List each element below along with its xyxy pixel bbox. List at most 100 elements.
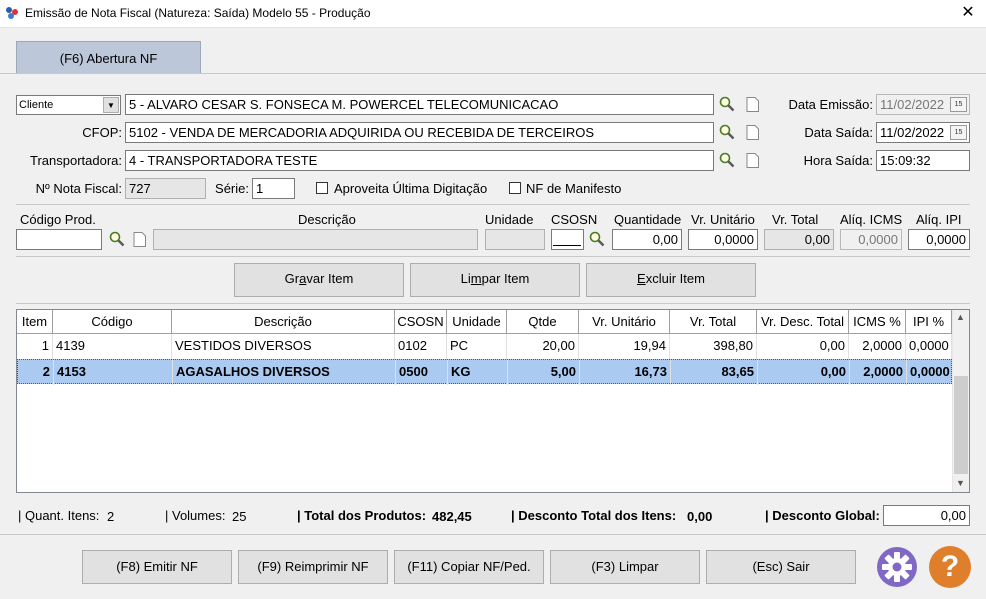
search-icon[interactable] [719,124,735,140]
aproveita-checkbox[interactable] [316,182,328,194]
cell-icms: 2,0000 [850,360,907,385]
cell-icms: 2,0000 [849,334,906,359]
help-icon[interactable]: ? [929,546,971,588]
col-header-icms[interactable]: ICMS % [849,310,906,334]
close-icon[interactable]: ✕ [958,3,978,23]
manifesto-checkbox[interactable] [509,182,521,194]
vr-unitario-field[interactable]: 0,0000 [688,229,758,250]
gravar-item-button[interactable]: Gravar Item [234,263,404,297]
quantidade-field[interactable]: 0,00 [612,229,682,250]
limpar-button[interactable]: (F3) Limpar [550,550,700,584]
document-icon[interactable] [746,97,759,112]
vertical-scrollbar[interactable]: ▲ ▼ [952,310,969,492]
divider [0,534,986,535]
unidade-field [485,229,545,250]
data-saida-value: 11/02/2022 [880,125,945,140]
reimprimir-nf-button[interactable]: (F9) Reimprimir NF [238,550,388,584]
cfop-field[interactable]: 5102 - VENDA DE MERCADORIA ADQUIRIDA OU … [125,122,714,143]
cell-vr-total: 83,65 [671,360,758,385]
hora-saida-field[interactable]: 15:09:32 [876,150,970,171]
table-row[interactable]: 1 4139 VESTIDOS DIVERSOS 0102 PC 20,00 1… [17,334,952,359]
desconto-itens-value: 0,00 [687,509,713,524]
search-icon[interactable] [109,231,125,247]
col-header-vr-desc-total[interactable]: Vr. Desc. Total [757,310,849,334]
col-header-vr-total[interactable]: Vr. Total [670,310,757,334]
col-header-codigo[interactable]: Código [53,310,172,334]
cliente-type-select[interactable]: Cliente ▼ [16,95,121,115]
search-icon[interactable] [589,231,605,247]
document-icon[interactable] [746,153,759,168]
calendar-icon[interactable]: 15 [950,125,967,140]
search-icon[interactable] [719,152,735,168]
hora-saida-label: Hora Saída: [803,153,873,168]
manifesto-label: NF de Manifesto [526,181,622,196]
cell-ipi: 0,0000 [906,334,952,359]
cell-qtde: 20,00 [507,334,579,359]
data-emissao-value: 11/02/2022 [880,97,945,112]
cell-csosn: 0500 [396,360,448,385]
document-icon[interactable] [746,125,759,140]
search-icon[interactable] [719,96,735,112]
aliq-ipi-field[interactable]: 0,0000 [908,229,970,250]
data-saida-field[interactable]: 11/02/2022 15 [876,122,970,143]
emitir-nf-button[interactable]: (F8) Emitir NF [82,550,232,584]
cell-vr-unitario: 19,94 [579,334,670,359]
csosn-label: CSOSN [551,212,598,227]
cell-ipi: 0,0000 [907,360,953,385]
quant-itens-label: | Quant. Itens: [18,508,100,523]
col-header-unidade[interactable]: Unidade [447,310,507,334]
limpar-item-button[interactable]: Limpar Item [410,263,580,297]
gear-icon[interactable] [876,546,918,588]
scrollbar-thumb[interactable] [954,376,968,474]
unidade-label: Unidade [485,212,534,227]
chevron-down-icon[interactable]: ▼ [103,97,119,113]
vr-total-label: Vr. Total [772,212,819,227]
serie-field[interactable]: 1 [252,178,295,199]
cell-csosn: 0102 [395,334,447,359]
col-header-vr-unitario[interactable]: Vr. Unitário [579,310,670,334]
cell-vr-desc: 0,00 [757,334,849,359]
cliente-field[interactable]: 5 - ALVARO CESAR S. FONSECA M. POWERCEL … [125,94,714,115]
table-row-selected[interactable]: 2 4153 AGASALHOS DIVERSOS 0500 KG 5,00 1… [17,359,953,385]
document-icon[interactable] [133,232,146,247]
cell-item: 2 [18,360,54,385]
divider [16,256,970,257]
sair-button[interactable]: (Esc) Sair [706,550,856,584]
copiar-nf-button[interactable]: (F11) Copiar NF/Ped. [394,550,544,584]
col-header-csosn[interactable]: CSOSN [395,310,447,334]
desconto-global-field[interactable]: 0,00 [883,505,970,526]
data-emissao-field: 11/02/2022 15 [876,94,970,115]
title-bar: Emissão de Nota Fiscal (Natureza: Saída)… [0,0,986,28]
col-header-qtde[interactable]: Qtde [507,310,579,334]
excluir-text-b: xcluir Item [645,271,705,286]
col-header-item[interactable]: Item [17,310,53,334]
col-header-descricao[interactable]: Descrição [172,310,395,334]
cell-qtde: 5,00 [508,360,580,385]
transportadora-field[interactable]: 4 - TRANSPORTADORA TESTE [125,150,714,171]
cell-vr-total: 398,80 [670,334,757,359]
col-header-ipi[interactable]: IPI % [906,310,952,334]
excluir-accel: E [637,271,646,286]
excluir-item-button[interactable]: Excluir Item [586,263,756,297]
scroll-down-icon[interactable]: ▼ [956,478,965,488]
gravar-text-a: Gr [284,271,300,286]
descricao-field [153,229,478,250]
tab-abertura-nf[interactable]: (F6) Abertura NF [16,41,201,74]
scroll-up-icon[interactable]: ▲ [956,312,965,322]
data-emissao-label: Data Emissão: [788,97,873,112]
cell-item: 1 [17,334,53,359]
codigo-prod-field[interactable] [16,229,102,250]
cell-vr-unitario: 16,73 [580,360,671,385]
cell-unidade: KG [448,360,508,385]
desconto-global-label: | Desconto Global: [765,508,880,523]
csosn-field[interactable] [551,229,584,250]
vr-total-field: 0,00 [764,229,834,250]
divider [16,204,970,205]
cell-descricao: AGASALHOS DIVERSOS [173,360,396,385]
divider [16,303,970,304]
nota-fiscal-label: Nº Nota Fiscal: [35,181,122,196]
quant-itens-value: 2 [107,509,115,524]
items-table[interactable]: Item Código Descrição CSOSN Unidade Qtde… [16,309,970,493]
descricao-label: Descrição [298,212,356,227]
limpar-text-a: Li [460,271,471,286]
